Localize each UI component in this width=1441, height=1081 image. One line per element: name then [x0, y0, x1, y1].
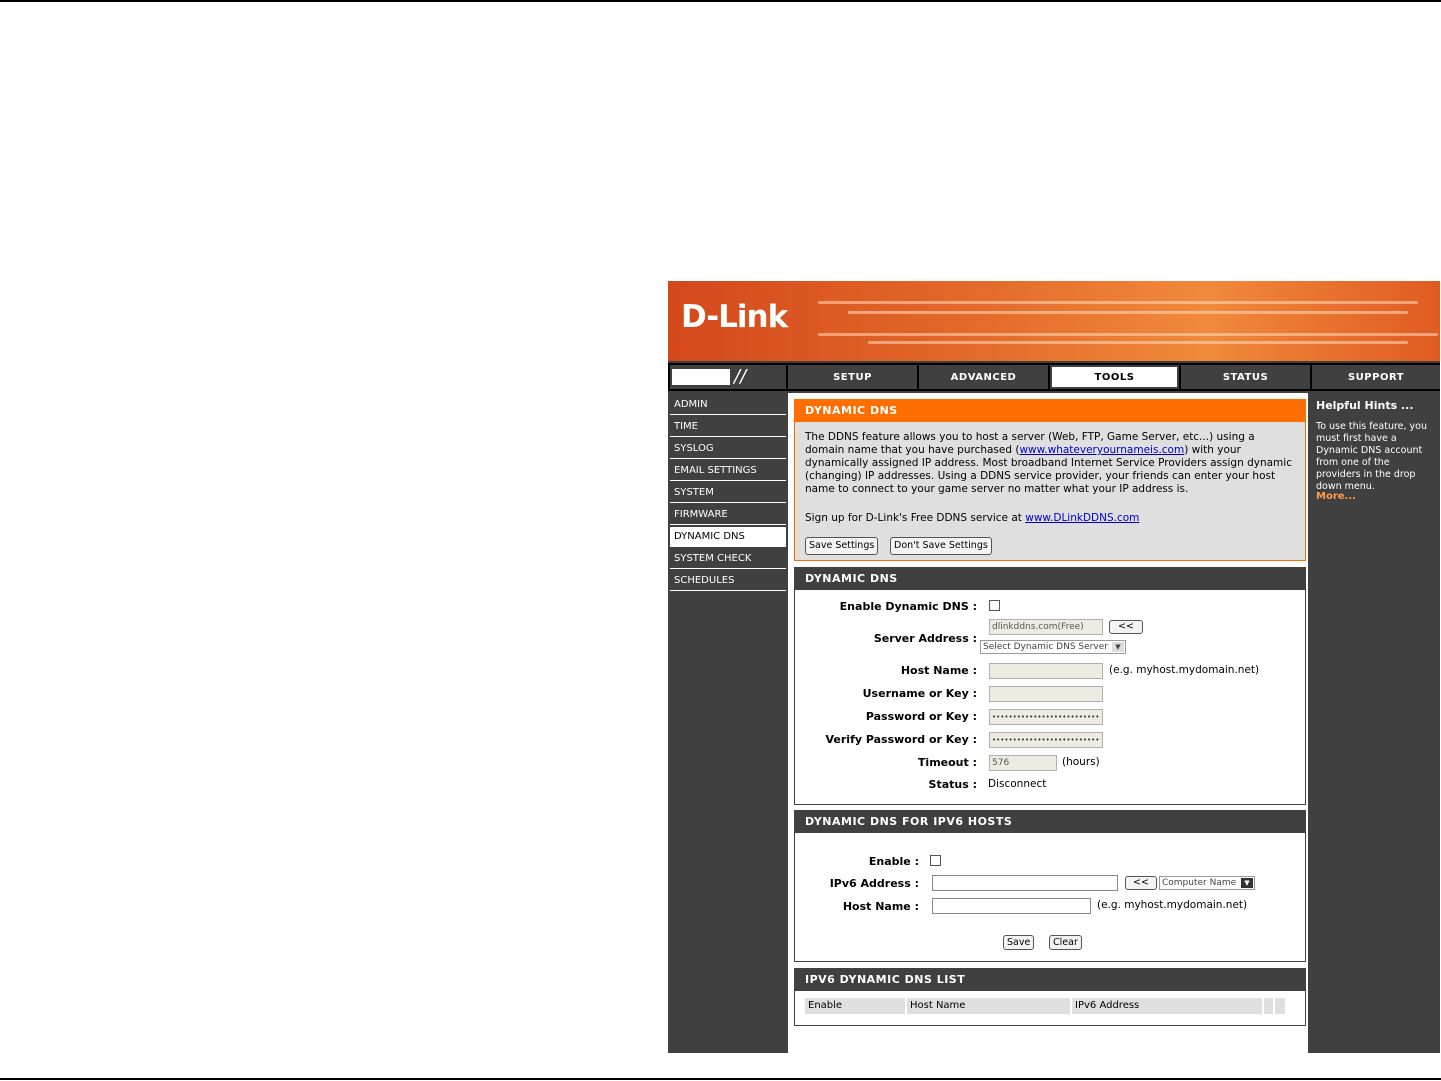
- ipv6-host-name-hint: (e.g. myhost.mydomain.net): [1097, 899, 1248, 911]
- ddns-server-select[interactable]: Select Dynamic DNS Server ▼: [980, 640, 1126, 654]
- sidebar: ADMIN TIME SYSLOG EMAIL SETTINGS SYSTEM …: [668, 393, 786, 1053]
- tab-status[interactable]: STATUS: [1181, 365, 1310, 389]
- intro-title: DYNAMIC DNS: [795, 400, 1305, 422]
- banner-streak: [818, 301, 1418, 304]
- verify-password-label: Verify Password or Key :: [825, 733, 978, 746]
- ipv6-host-name-label: Host Name :: [842, 900, 919, 913]
- enable-ddns-label: Enable Dynamic DNS :: [839, 600, 977, 613]
- timeout-input[interactable]: 576: [989, 755, 1057, 771]
- ddns-settings-panel: DYNAMIC DNS Enable Dynamic DNS : dlinkdd…: [794, 567, 1306, 805]
- sidebar-item-time[interactable]: TIME: [670, 417, 786, 437]
- computer-name-select-value: Computer Name: [1162, 878, 1237, 888]
- tab-setup[interactable]: SETUP: [788, 365, 917, 389]
- username-label: Username or Key :: [862, 687, 977, 700]
- verify-password-input[interactable]: ••••••••••••••••••••••••••: [989, 732, 1103, 748]
- status-value: Disconnect: [988, 778, 1047, 790]
- example-domain-link[interactable]: www.whateveryournameis.com: [1019, 444, 1184, 456]
- ddns-settings-title: DYNAMIC DNS: [795, 568, 1305, 590]
- router-ui-frame: D-Link // SETUP ADVANCED TOOLS STATUS SU…: [668, 281, 1440, 1053]
- password-input[interactable]: ••••••••••••••••••••••••••: [989, 709, 1103, 725]
- column-header-blank: [1264, 998, 1273, 1014]
- ipv6-save-button[interactable]: Save: [1003, 935, 1035, 950]
- ipv6-enable-checkbox[interactable]: [930, 855, 941, 866]
- header-banner: D-Link: [668, 281, 1440, 361]
- chevron-down-icon: ▼: [1112, 642, 1124, 652]
- computer-name-select[interactable]: Computer Name ▼: [1159, 876, 1255, 890]
- sidebar-item-syslog[interactable]: SYSLOG: [670, 439, 786, 459]
- dlinkddns-link[interactable]: www.DLinkDDNS.com: [1025, 512, 1139, 524]
- dont-save-settings-button[interactable]: Don't Save Settings: [890, 537, 992, 555]
- hints-title: Helpful Hints ...: [1316, 399, 1414, 412]
- model-box: [672, 369, 730, 385]
- ipv6-hosts-title: DYNAMIC DNS FOR IPV6 HOSTS: [795, 811, 1305, 833]
- signup-line: Sign up for D-Link's Free DDNS service a…: [805, 512, 1139, 524]
- sidebar-item-email-settings[interactable]: EMAIL SETTINGS: [670, 461, 786, 481]
- intro-panel: DYNAMIC DNS The DDNS feature allows you …: [794, 399, 1306, 561]
- timeout-unit: (hours): [1062, 756, 1100, 768]
- column-header-enable: Enable: [805, 998, 905, 1014]
- enable-ddns-checkbox[interactable]: [989, 600, 1000, 611]
- dlink-logo: D-Link: [681, 299, 788, 335]
- sidebar-item-firmware[interactable]: FIRMWARE: [670, 505, 786, 525]
- tab-support[interactable]: SUPPORT: [1312, 365, 1440, 389]
- ipv6-copy-button[interactable]: <<: [1125, 876, 1157, 890]
- bottom-rule: [0, 1078, 1441, 1080]
- ipv6-host-name-input[interactable]: [932, 898, 1091, 914]
- main-content: DYNAMIC DNS The DDNS feature allows you …: [788, 393, 1308, 1053]
- ipv6-enable-label: Enable :: [868, 855, 919, 868]
- intro-description: The DDNS feature allows you to host a se…: [805, 431, 1295, 496]
- server-copy-button[interactable]: <<: [1109, 620, 1143, 634]
- username-input[interactable]: [989, 686, 1103, 702]
- column-header-blank: [1275, 998, 1285, 1014]
- tab-advanced[interactable]: ADVANCED: [919, 365, 1048, 389]
- sidebar-item-system-check[interactable]: SYSTEM CHECK: [670, 549, 786, 569]
- host-name-label: Host Name :: [900, 664, 977, 677]
- top-rule: [0, 0, 1441, 2]
- password-label: Password or Key :: [865, 710, 977, 723]
- banner-streak: [818, 333, 1438, 336]
- save-settings-button[interactable]: Save Settings: [805, 537, 879, 555]
- slash-decoration: //: [734, 366, 747, 387]
- ipv6-address-label: IPv6 Address :: [829, 877, 919, 890]
- signup-text: Sign up for D-Link's Free DDNS service a…: [805, 512, 1026, 524]
- banner-streak: [868, 341, 1408, 344]
- sidebar-item-admin[interactable]: ADMIN: [670, 395, 786, 415]
- hints-text: To use this feature, you must first have…: [1316, 421, 1428, 492]
- ipv6-ddns-list-panel: IPV6 DYNAMIC DNS LIST Enable Host Name I…: [794, 968, 1306, 1026]
- column-header-ipv6-address: IPv6 Address: [1072, 998, 1262, 1014]
- sidebar-item-system[interactable]: SYSTEM: [670, 483, 786, 503]
- column-header-host-name: Host Name: [907, 998, 1070, 1014]
- sidebar-item-dynamic-dns[interactable]: DYNAMIC DNS: [670, 527, 786, 547]
- status-label: Status :: [928, 778, 977, 791]
- ipv6-address-input[interactable]: [932, 875, 1118, 891]
- chevron-down-icon: ▼: [1241, 878, 1253, 888]
- server-address-field[interactable]: dlinkddns.com(Free): [989, 619, 1103, 635]
- timeout-label: Timeout :: [917, 756, 977, 769]
- host-name-hint: (e.g. myhost.mydomain.net): [1109, 664, 1260, 676]
- helpful-hints-panel: Helpful Hints ... To use this feature, y…: [1310, 393, 1440, 1053]
- host-name-input[interactable]: [989, 663, 1103, 679]
- ipv6-ddns-list-title: IPV6 DYNAMIC DNS LIST: [795, 969, 1305, 991]
- tab-tools[interactable]: TOOLS: [1050, 365, 1179, 389]
- ipv6-clear-button[interactable]: Clear: [1049, 935, 1082, 950]
- hints-more-link[interactable]: More...: [1316, 491, 1356, 502]
- ipv6-hosts-panel: DYNAMIC DNS FOR IPV6 HOSTS Enable : IPv6…: [794, 810, 1306, 962]
- banner-streak: [848, 311, 1408, 314]
- top-nav: // SETUP ADVANCED TOOLS STATUS SUPPORT: [668, 363, 1440, 391]
- server-address-label: Server Address :: [873, 632, 977, 645]
- sidebar-item-schedules[interactable]: SCHEDULES: [670, 571, 786, 591]
- ddns-server-select-value: Select Dynamic DNS Server: [983, 642, 1108, 652]
- nav-model-area: //: [670, 365, 786, 389]
